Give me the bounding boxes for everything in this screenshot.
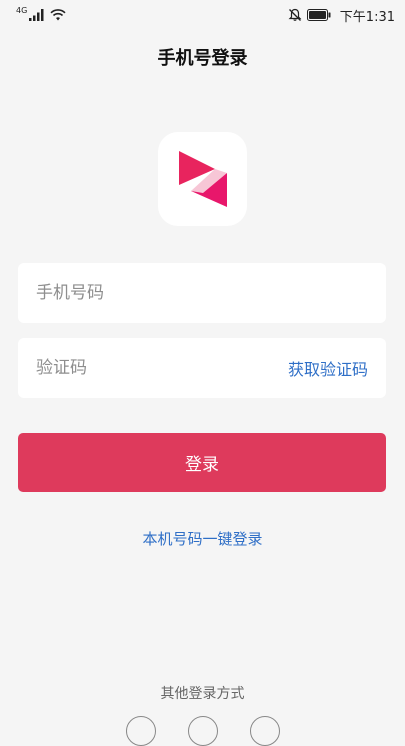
status-left: 4G [16,5,66,21]
mute-icon [288,8,302,21]
other-login-methods-label: 其他登录方式 [160,686,245,702]
page-title: 手机号登录 [157,48,248,69]
get-code-button[interactable]: 获取验证码 [288,356,368,380]
social-login-icon-3[interactable] [250,716,280,746]
app-logo [158,132,247,226]
status-right: 下午1:31 [288,6,395,25]
login-button[interactable]: 登录 [18,433,386,492]
status-bar: 4G 下午1:31 [0,0,405,30]
code-field-container: 获取验证码 [18,338,386,398]
network-type-label: 4G [16,5,28,15]
battery-icon [306,9,331,21]
status-time: 下午1:31 [339,9,395,25]
social-login-icon-2[interactable] [188,716,218,746]
social-login-icon-1[interactable] [126,716,156,746]
verification-code-input[interactable] [36,338,288,398]
wifi-icon [50,9,66,21]
app-logo-icon [178,151,227,207]
one-click-login-link[interactable]: 本机号码一键登录 [0,528,405,549]
signal-icon [29,9,44,21]
phone-field-container [18,263,386,323]
phone-input[interactable] [36,263,368,323]
